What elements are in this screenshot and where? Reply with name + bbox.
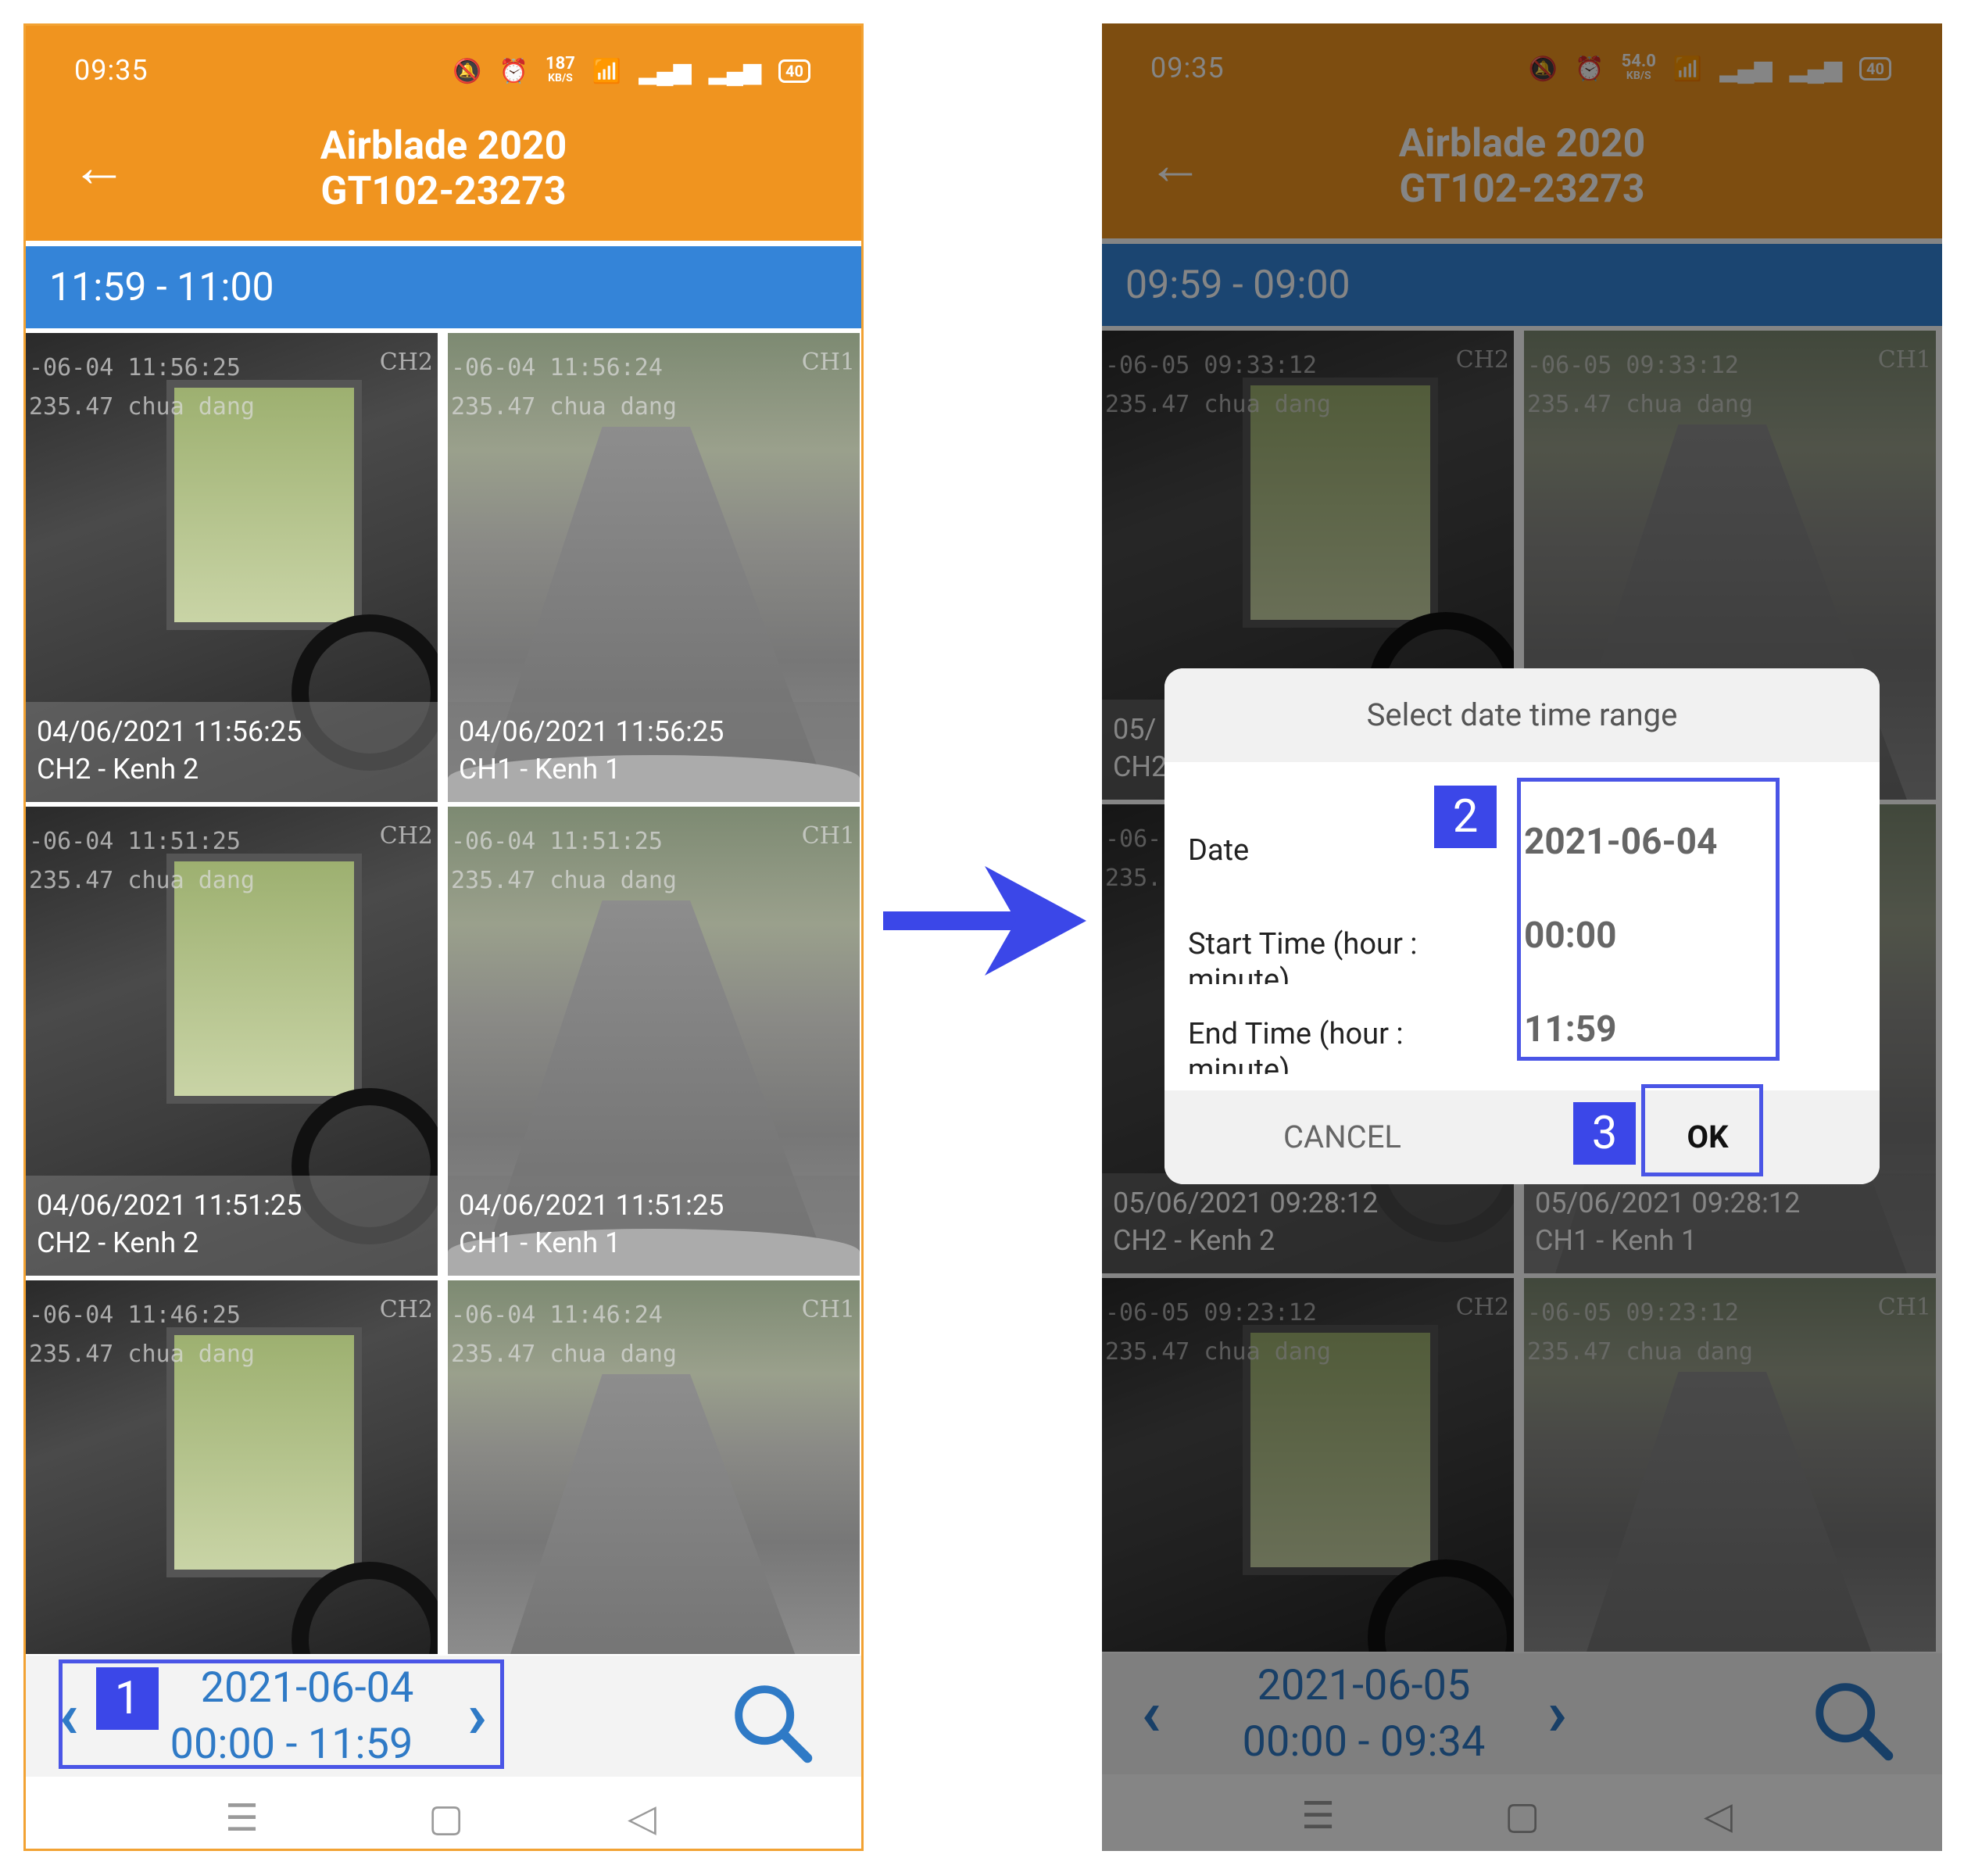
cancel-button[interactable]: CANCEL (1164, 1090, 1520, 1184)
phone-screen-after: 09:35 🔕 ⏰ 54.0 KB/S 📶 ▂▄▆ ▂▄▆ 40 ← Airbl… (1102, 23, 1942, 1851)
page-title: Airblade 2020 GT102-23273 (26, 124, 861, 214)
app-bar: ← Airblade 2020 GT102-23273 (26, 100, 861, 241)
video-overlay: -06-04 11:56:25 235.47 chua dang (29, 354, 255, 421)
net-speed-unit: KB/S (548, 72, 573, 84)
thumbnail-grid: -06-04 11:56:25 235.47 chua dang CH2 04/0… (26, 333, 861, 1654)
thumbnail-caption: 04/06/2021 11:51:25 CH2 - Kenh 2 (26, 1176, 438, 1276)
search-icon[interactable] (728, 1679, 814, 1765)
alarm-icon: ⏰ (499, 57, 528, 85)
channel-tag: CH2 (379, 1296, 433, 1323)
right-arrow-icon (883, 866, 1086, 976)
battery-icon: 40 (778, 59, 810, 83)
video-overlay: -06-04 11:51:25 235.47 chua dang (29, 828, 255, 894)
system-nav-bar: ☰ ▢ ◁ (26, 1777, 861, 1849)
channel-tag: CH2 (379, 349, 433, 376)
status-time: 09:35 (74, 54, 148, 87)
road-image (479, 1374, 831, 1654)
channel-tag: CH1 (801, 822, 855, 850)
net-speed: 187 KB/S (546, 54, 575, 85)
channel-tag: CH2 (379, 822, 433, 850)
annotation-number-1: 1 (96, 1667, 159, 1730)
date-time-range-dialog: Select date time range Date 2021-06-04 S… (1164, 668, 1880, 1184)
dialog-footer: CANCEL OK (1164, 1090, 1880, 1184)
video-overlay: -06-04 11:56:24 235.47 chua dang (451, 354, 677, 421)
net-speed-value: 187 (546, 54, 575, 73)
menu-icon[interactable]: ☰ (225, 1795, 259, 1840)
annotation-number-3: 3 (1573, 1102, 1636, 1165)
channel-tag: CH1 (801, 1296, 855, 1323)
thumbnail-tile[interactable]: -06-04 11:46:24 235.47 chua dang CH1 (448, 1280, 860, 1654)
annotation-number-2: 2 (1434, 786, 1497, 848)
thumbnail-tile[interactable]: -06-04 11:51:25 235.47 chua dang CH1 04/0… (448, 807, 860, 1276)
thumbnail-tile[interactable]: -06-04 11:56:24 235.47 chua dang CH1 04/0… (448, 333, 860, 802)
annotation-box-2 (1517, 778, 1780, 1061)
annotation-box-3 (1641, 1084, 1763, 1176)
channel-tag: CH1 (801, 349, 855, 376)
status-icons: 🔕 ⏰ 187 KB/S 📶 ▂▄▆ ▂▄▆ 40 (453, 54, 810, 85)
hour-range-header[interactable]: 11:59 - 11:00 (26, 246, 861, 328)
vehicle-name: Airblade 2020 (320, 124, 567, 169)
mute-icon: 🔕 (453, 57, 482, 85)
thumbnail-tile[interactable]: -06-04 11:51:25 235.47 chua dang CH2 04/0… (26, 807, 438, 1276)
wifi-icon: 📶 (592, 57, 622, 85)
signal-icon: ▂▄▆ (639, 57, 692, 85)
end-time-label: End Time (hour : minute) (1188, 1017, 1404, 1074)
video-overlay: -06-04 11:46:24 235.47 chua dang (451, 1301, 677, 1368)
home-icon[interactable]: ▢ (428, 1795, 463, 1840)
thumbnail-caption: 04/06/2021 11:56:25 CH2 - Kenh 2 (26, 702, 438, 802)
thumbnail-caption: 04/06/2021 11:56:25 CH1 - Kenh 1 (448, 702, 860, 802)
thumbnail-caption: 04/06/2021 11:51:25 CH1 - Kenh 1 (448, 1176, 860, 1276)
video-overlay: -06-04 11:46:25 235.47 chua dang (29, 1301, 255, 1368)
vehicle-plate: GT102-23273 (320, 169, 567, 214)
back-triangle-icon[interactable]: ◁ (628, 1795, 656, 1840)
thumbnail-tile[interactable]: -06-04 11:46:25 235.47 chua dang CH2 (26, 1280, 438, 1654)
video-overlay: -06-04 11:51:25 235.47 chua dang (451, 828, 677, 894)
dialog-title: Select date time range (1164, 668, 1880, 762)
thumbnail-tile[interactable]: -06-04 11:56:25 235.47 chua dang CH2 04/0… (26, 333, 438, 802)
phone-screen-before: 09:35 🔕 ⏰ 187 KB/S 📶 ▂▄▆ ▂▄▆ 40 ← Airbla… (23, 23, 864, 1851)
signal-icon: ▂▄▆ (708, 57, 762, 85)
status-bar: 09:35 🔕 ⏰ 187 KB/S 📶 ▂▄▆ ▂▄▆ 40 (26, 26, 861, 100)
start-time-label: Start Time (hour : minute) (1188, 927, 1418, 984)
hour-range-label: 11:59 - 11:00 (49, 265, 274, 310)
